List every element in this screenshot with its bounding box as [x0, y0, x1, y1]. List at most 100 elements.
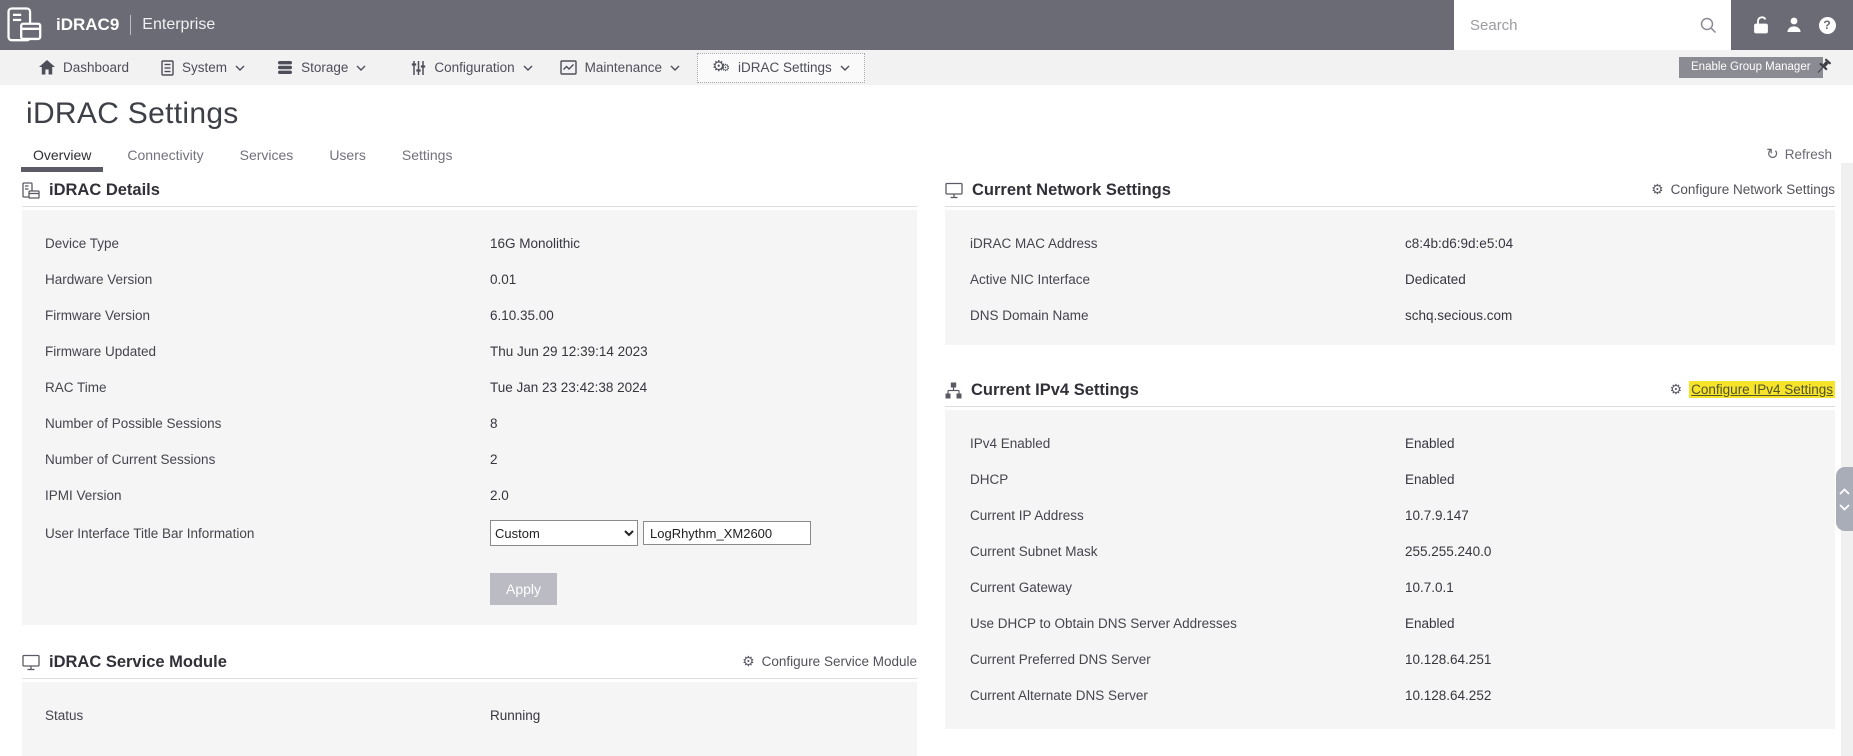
section-title: Current IPv4 Settings — [971, 381, 1139, 399]
configure-ipv4-settings-link[interactable]: ⚙ Configure IPv4 Settings — [1670, 381, 1835, 398]
search-box — [1454, 0, 1731, 50]
chevron-down-icon — [670, 65, 680, 71]
table-row: Active NIC Interface Dedicated — [970, 271, 1466, 287]
tab-overview[interactable]: Overview — [21, 141, 104, 172]
idrac-details-header: iDRAC Details — [22, 175, 917, 207]
tab-users[interactable]: Users — [317, 141, 378, 172]
table-row: IPMI Version 2.0 — [45, 487, 509, 503]
chart-icon — [559, 60, 577, 75]
idrac-logo-icon — [6, 6, 44, 44]
storage-icon — [277, 60, 293, 75]
service-module-header: iDRAC Service Module ⚙ Configure Service… — [22, 647, 917, 679]
tab-services[interactable]: Services — [228, 141, 306, 172]
nav-item-system[interactable]: System — [161, 59, 245, 76]
home-icon — [39, 60, 55, 75]
help-icon[interactable]: ? — [1816, 14, 1838, 36]
system-icon — [161, 59, 174, 76]
gear-icon: ⚙ — [742, 653, 755, 669]
page-title: iDRAC Settings — [26, 97, 239, 130]
search-input[interactable] — [1454, 16, 1699, 34]
tab-connectivity[interactable]: Connectivity — [115, 141, 215, 172]
brand-divider — [130, 15, 132, 35]
scroll-buttons[interactable] — [1836, 467, 1853, 531]
gear-icon: ⚙ — [1669, 381, 1683, 397]
titlebar-mode-select[interactable]: Custom — [490, 520, 638, 546]
top-bar: iDRAC9 Enterprise ? — [0, 0, 1853, 50]
left-column: iDRAC Details Device Type 16G Monolithic… — [22, 175, 917, 756]
nav-item-maintenance[interactable]: Maintenance — [559, 60, 680, 75]
gears-icon: ⚙ ⚙ — [711, 57, 730, 75]
right-column: Current Network Settings ⚙ Configure Net… — [945, 175, 1835, 729]
brand-name: iDRAC9 — [56, 15, 120, 34]
nav-label: Maintenance — [584, 60, 662, 75]
network-settings-card: iDRAC MAC Address c8:4b:d6:9d:e5:04 Acti… — [945, 210, 1835, 345]
table-row: Number of Current Sessions 2 — [45, 451, 498, 467]
table-row: Current IP Address 10.7.9.147 — [970, 507, 1469, 523]
tab-bar: Overview Connectivity Services Users Set… — [0, 141, 1853, 173]
monitor-icon — [22, 654, 40, 671]
table-row: Current Subnet Mask 255.255.240.0 — [970, 543, 1492, 559]
nav-item-configuration[interactable]: Configuration — [411, 60, 533, 76]
ipv4-settings-header: Current IPv4 Settings ⚙ Configure IPv4 S… — [945, 375, 1835, 407]
ipv4-settings-card: IPv4 Enabled Enabled DHCP Enabled Curren… — [945, 410, 1835, 729]
nav-label: iDRAC Settings — [737, 60, 832, 75]
brand-edition: Enterprise — [142, 16, 216, 33]
table-row: Firmware Updated Thu Jun 29 12:39:14 202… — [45, 343, 648, 359]
table-row: Status Running — [45, 707, 541, 723]
search-icon[interactable] — [1699, 16, 1717, 34]
main-nav: Dashboard System Storage Configuration M… — [0, 50, 1853, 85]
service-module-card: Status Running — [22, 682, 917, 756]
configure-network-settings-link[interactable]: ⚙ Configure Network Settings — [1651, 181, 1835, 198]
table-row: IPv4 Enabled Enabled — [970, 435, 1455, 451]
titlebar-info-row: User Interface Title Bar Information Cus… — [22, 513, 917, 553]
nav-item-dashboard[interactable]: Dashboard — [39, 60, 129, 75]
unlock-icon[interactable] — [1750, 14, 1772, 36]
highlighted-link-text: Configure IPv4 Settings — [1689, 381, 1835, 398]
table-row: Use DHCP to Obtain DNS Server Addresses … — [970, 615, 1455, 631]
titlebar-custom-input[interactable] — [643, 521, 811, 545]
nav-label: Dashboard — [63, 60, 130, 75]
table-row: RAC Time Tue Jan 23 23:42:38 2024 — [45, 379, 648, 395]
configure-service-module-link[interactable]: ⚙ Configure Service Module — [742, 653, 917, 670]
nav-label: System — [182, 60, 228, 75]
table-row: DHCP Enabled — [970, 471, 1455, 487]
sitemap-icon — [945, 382, 962, 399]
chevron-down-icon — [235, 65, 245, 71]
apply-button[interactable]: Apply — [490, 573, 558, 605]
table-row: DNS Domain Name schq.secious.com — [970, 307, 1513, 323]
section-title: iDRAC Details — [49, 181, 160, 199]
nav-item-storage[interactable]: Storage — [277, 60, 366, 75]
topbar-icon-group: ? — [1750, 0, 1838, 50]
chevron-down-icon — [840, 65, 850, 71]
table-row: Hardware Version 0.01 — [45, 271, 517, 287]
nav-label: Configuration — [434, 60, 515, 75]
monitor-icon — [945, 182, 963, 199]
rack-icon — [22, 182, 40, 199]
pin-icon[interactable] — [1813, 57, 1833, 77]
refresh-button[interactable]: ↻ Refresh — [1766, 147, 1832, 162]
scroll-down-icon[interactable] — [1839, 503, 1850, 511]
table-row: Firmware Version 6.10.35.00 — [45, 307, 554, 323]
section-title: Current Network Settings — [972, 181, 1171, 199]
section-title: iDRAC Service Module — [49, 653, 227, 671]
chevron-down-icon — [356, 65, 366, 71]
table-row: Current Gateway 10.7.0.1 — [970, 579, 1454, 595]
tab-settings[interactable]: Settings — [390, 141, 465, 172]
network-settings-header: Current Network Settings ⚙ Configure Net… — [945, 175, 1835, 207]
brand: iDRAC9 Enterprise — [56, 15, 215, 35]
nav-label: Storage — [301, 60, 349, 75]
chevron-down-icon — [523, 65, 533, 71]
user-icon[interactable] — [1783, 14, 1805, 36]
table-row: Number of Possible Sessions 8 — [45, 415, 498, 431]
gear-icon: ⚙ — [1651, 181, 1664, 197]
table-row: iDRAC MAC Address c8:4b:d6:9d:e5:04 — [970, 235, 1514, 251]
nav-item-idrac-settings[interactable]: ⚙ ⚙ iDRAC Settings — [696, 52, 865, 83]
scrollbar-track[interactable] — [1841, 163, 1853, 756]
enable-group-manager-button[interactable]: Enable Group Manager — [1679, 57, 1823, 78]
scroll-up-icon[interactable] — [1839, 487, 1850, 495]
table-row: Current Preferred DNS Server 10.128.64.2… — [970, 651, 1492, 667]
refresh-icon: ↻ — [1766, 146, 1779, 163]
table-row: Device Type 16G Monolithic — [45, 235, 581, 251]
sliders-icon — [411, 60, 426, 76]
table-row: Current Alternate DNS Server 10.128.64.2… — [970, 687, 1492, 703]
